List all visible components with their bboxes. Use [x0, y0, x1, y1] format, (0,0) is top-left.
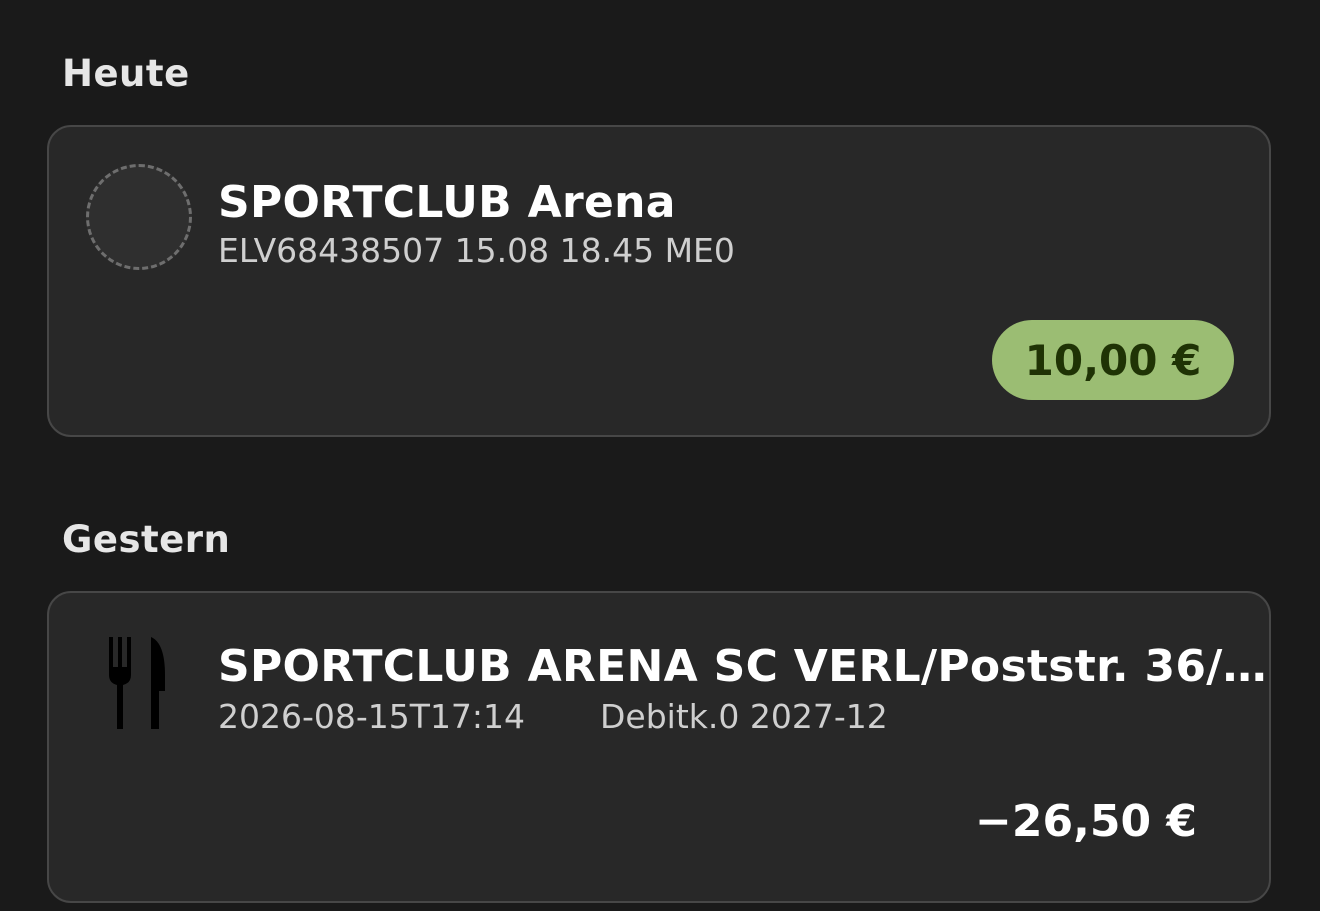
transaction-date: 2026-08-15T17:14	[218, 697, 526, 736]
transaction-subtitle: ELV68438507 15.08 18.45 ME0	[218, 231, 735, 270]
section-heading-yesterday: Gestern	[62, 518, 231, 561]
transaction-reference: Debitk.0 2027-12	[600, 697, 888, 736]
transaction-amount: 10,00 €	[992, 320, 1234, 400]
placeholder-avatar-icon	[86, 164, 192, 270]
transaction-card[interactable]: SPORTCLUB ARENA SC VERL/Poststr. 36/… 20…	[47, 591, 1271, 903]
cutlery-icon	[109, 637, 165, 729]
transaction-title: SPORTCLUB ARENA SC VERL/Poststr. 36/…	[218, 641, 1267, 692]
transaction-amount: −26,50 €	[975, 796, 1197, 847]
transaction-card[interactable]: SPORTCLUB Arena ELV68438507 15.08 18.45 …	[47, 125, 1271, 437]
section-heading-today: Heute	[62, 52, 190, 95]
transaction-title: SPORTCLUB Arena	[218, 177, 676, 228]
transactions-page: Heute SPORTCLUB Arena ELV68438507 15.08 …	[0, 0, 1320, 911]
